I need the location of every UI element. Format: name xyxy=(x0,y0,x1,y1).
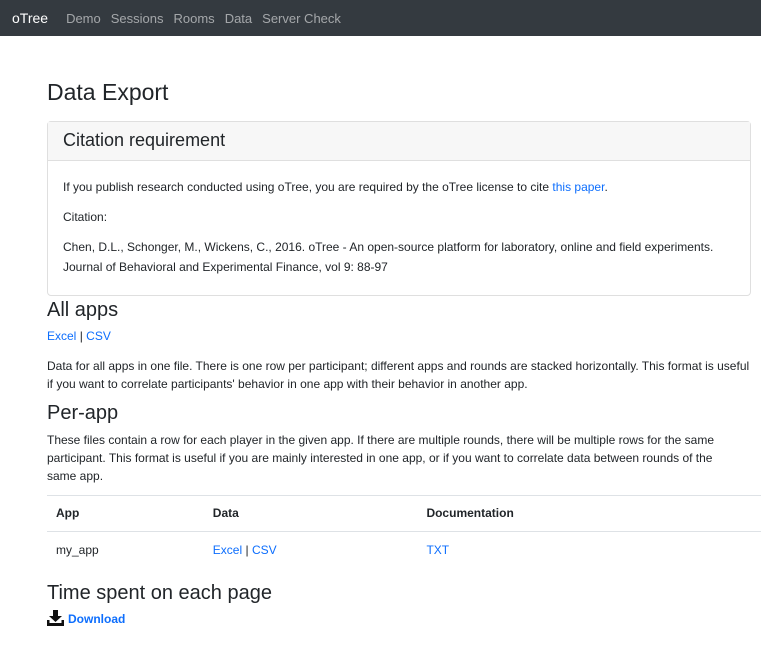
column-header-documentation: Documentation xyxy=(426,506,514,521)
download-icon xyxy=(47,610,64,629)
link-separator: | xyxy=(245,543,249,558)
column-header-app: App xyxy=(56,506,80,521)
nav-link-sessions[interactable]: Sessions xyxy=(111,11,164,26)
brand-link[interactable]: oTree xyxy=(12,10,48,26)
per-app-table: App Data Documentation my_app Excel | CS… xyxy=(47,495,761,570)
top-navbar: oTree Demo Sessions Rooms Data Server Ch… xyxy=(0,0,761,36)
citation-text: Chen, D.L., Schonger, M., Wickens, C., 2… xyxy=(63,239,714,274)
per-app-section: Per-app These files contain a row for ea… xyxy=(47,401,761,485)
all-apps-section: All apps Excel | CSV Data for all apps i… xyxy=(47,298,761,393)
column-header-data: Data xyxy=(212,506,239,521)
citation-intro-paragraph: If you publish research conducted using … xyxy=(63,177,735,197)
all-apps-heading: All apps xyxy=(47,298,119,321)
nav-link-demo[interactable]: Demo xyxy=(66,11,101,26)
per-app-heading: Per-app xyxy=(47,401,119,424)
citation-intro-text: If you publish research conducted using … xyxy=(63,179,553,194)
citation-card: Citation requirement If you publish rese… xyxy=(47,120,751,296)
nav-link-rooms[interactable]: Rooms xyxy=(174,11,215,26)
citation-intro-end: . xyxy=(604,179,608,194)
citation-card-header: Citation requirement xyxy=(48,121,750,161)
time-spent-section: Time spent on each page Download xyxy=(47,581,761,629)
my-app-txt-link[interactable]: TXT xyxy=(426,543,449,557)
citation-label: Citation: xyxy=(63,209,108,224)
citation-heading: Citation requirement xyxy=(63,130,226,151)
my-app-csv-link[interactable]: CSV xyxy=(252,543,277,557)
all-apps-links: Excel | CSV xyxy=(47,328,761,344)
table-header-row: App Data Documentation xyxy=(47,495,761,532)
citation-card-body: If you publish research conducted using … xyxy=(48,161,750,295)
page-title: Data Export xyxy=(47,79,169,105)
download-label: Download xyxy=(68,612,126,627)
my-app-excel-link[interactable]: Excel xyxy=(213,543,242,557)
time-spent-download-row: Download xyxy=(47,610,761,629)
app-name-cell: my_app xyxy=(56,543,99,558)
this-paper-link[interactable]: this paper xyxy=(552,180,604,194)
time-spent-download-link[interactable]: Download xyxy=(47,610,126,629)
data-links-cell: Excel | CSV xyxy=(213,531,427,569)
table-row: my_app Excel | CSV TXT xyxy=(47,531,761,569)
nav-link-data[interactable]: Data xyxy=(225,11,252,26)
documentation-cell: TXT xyxy=(426,531,761,569)
time-spent-heading: Time spent on each page xyxy=(47,582,272,605)
all-apps-excel-link[interactable]: Excel xyxy=(47,329,76,343)
all-apps-csv-link[interactable]: CSV xyxy=(86,329,111,343)
all-apps-description: Data for all apps in one file. There is … xyxy=(47,358,750,391)
main-container: Data Export Citation requirement If you … xyxy=(0,79,761,629)
nav-link-server-check[interactable]: Server Check xyxy=(262,11,341,26)
per-app-description: These files contain a row for each playe… xyxy=(47,432,715,483)
link-separator: | xyxy=(79,328,83,343)
